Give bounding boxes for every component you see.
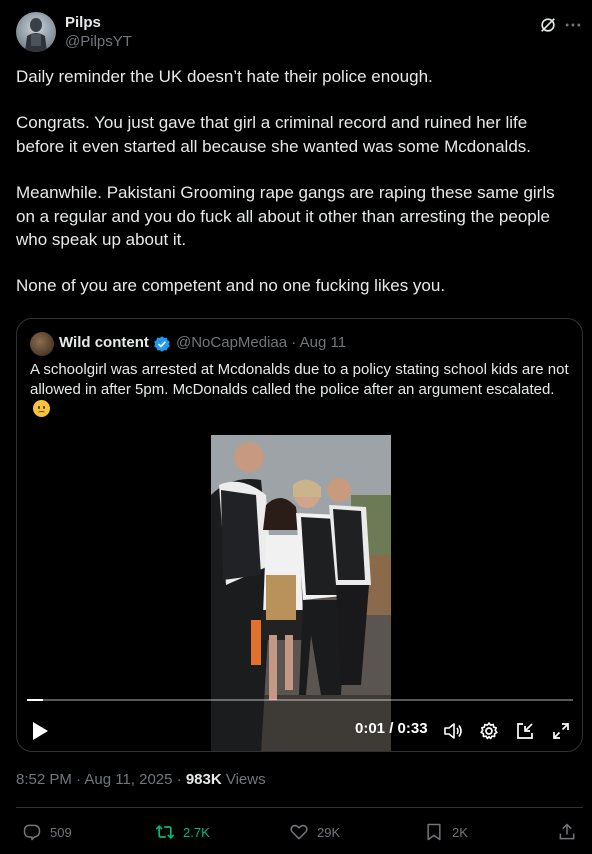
more-options-icon[interactable] [564, 16, 582, 34]
quoted-author-name[interactable]: Wild content [59, 334, 149, 351]
video-progress-bar[interactable] [27, 699, 573, 701]
author-avatar[interactable] [16, 12, 56, 52]
quoted-text: A schoolgirl was arrested at Mcdonalds d… [30, 360, 570, 420]
reply-count: 509 [50, 824, 72, 840]
video-player[interactable] [211, 435, 391, 751]
picture-in-picture-icon[interactable] [515, 721, 535, 741]
tweet-header: Pilps @PilpsYT [16, 12, 581, 54]
author-handle[interactable]: @PilpsYT [65, 33, 132, 50]
quoted-tweet[interactable]: Wild content @NoCapMediaa · Aug 11 A sch… [16, 318, 583, 752]
retweet-button[interactable]: 2.7K [155, 820, 210, 844]
tweet-paragraph: Daily reminder the UK doesn’t hate their… [16, 67, 433, 86]
retweet-count: 2.7K [183, 824, 210, 840]
settings-gear-icon[interactable] [479, 721, 499, 741]
video-progress-fill [27, 699, 44, 701]
bookmark-icon [427, 823, 441, 841]
author-name[interactable]: Pilps [65, 14, 101, 31]
tweet-paragraph: None of you are competent and no one fuc… [16, 276, 446, 296]
action-bar: 509 2.7K 29K 2K [0, 820, 592, 844]
view-count: 983K [185, 771, 222, 788]
like-button[interactable]: 29K [289, 820, 340, 844]
bookmark-count: 2K [452, 824, 468, 840]
retweet-icon [155, 824, 175, 840]
fullscreen-expand-icon[interactable] [551, 721, 571, 741]
avatar-figure-icon [25, 18, 47, 52]
tweet-paragraph: Meanwhile. Pakistani Grooming rape gangs… [16, 183, 555, 250]
grok-icon[interactable] [539, 16, 557, 34]
verified-badge-icon [154, 336, 170, 352]
like-count: 29K [317, 824, 341, 840]
tweet-metadata: 8:52 PM · Aug 11, 2025 · 983K Views [16, 771, 266, 788]
quoted-handle-date[interactable]: @NoCapMediaa · Aug 11 [176, 334, 346, 351]
views-label: Views [221, 771, 266, 788]
quoted-author-avatar[interactable] [30, 332, 54, 356]
volume-icon[interactable] [443, 721, 463, 741]
bookmark-button[interactable]: 2K [424, 820, 468, 844]
video-frame [211, 435, 391, 751]
tweet-paragraph: Congrats. You just gave that girl a crim… [16, 113, 532, 156]
share-icon [559, 823, 575, 840]
heart-icon [290, 824, 308, 840]
divider [16, 807, 583, 808]
worried-face-emoji-icon [33, 400, 50, 417]
tweet-timestamp[interactable]: 8:52 PM · Aug 11, 2025 · [16, 771, 186, 788]
share-button[interactable] [557, 820, 585, 844]
play-icon[interactable] [31, 721, 49, 741]
reply-button[interactable]: 509 [22, 820, 72, 844]
tweet-text: Daily reminder the UK doesn’t hate their… [16, 65, 576, 298]
video-time: 0:01 / 0:33 [355, 720, 428, 737]
quoted-text-body: A schoolgirl was arrested at Mcdonalds d… [30, 361, 569, 398]
reply-icon [23, 824, 41, 841]
